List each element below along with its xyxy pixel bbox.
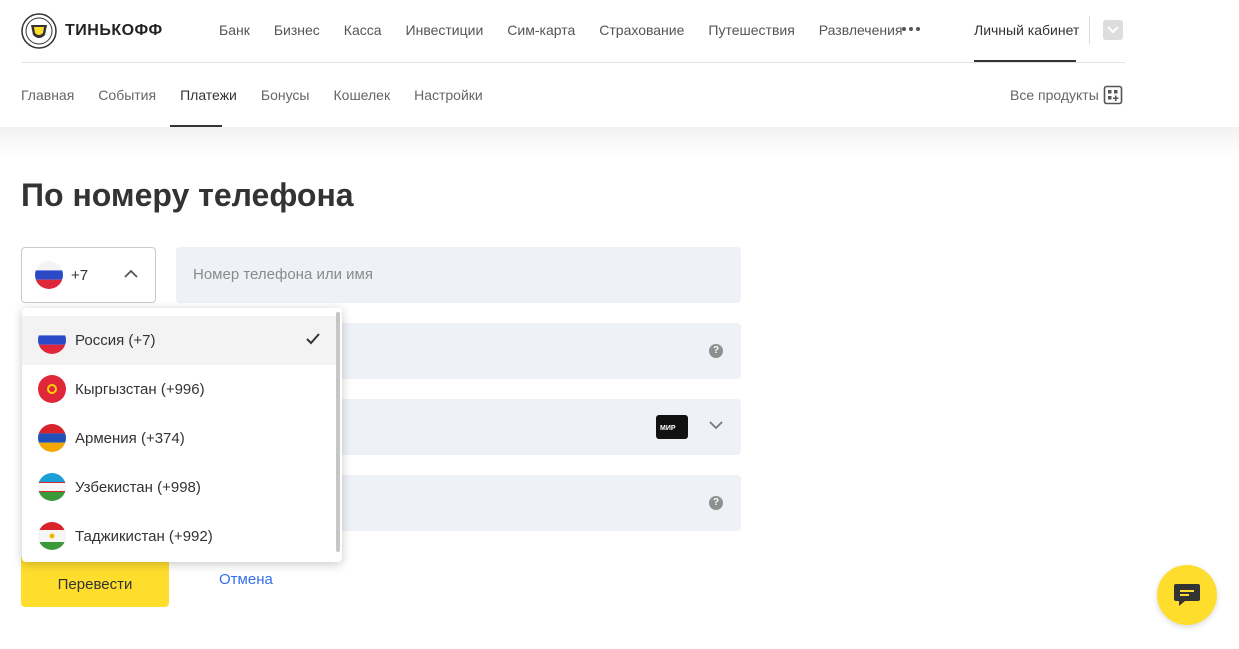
mir-card-icon: МИР bbox=[656, 415, 688, 439]
uzbekistan-flag-icon bbox=[38, 473, 66, 501]
country-code-select[interactable]: +7 bbox=[21, 247, 156, 303]
header-shadow bbox=[0, 127, 1239, 157]
country-dropdown: Россия (+7) Кыргызстан (+996) Армения (+… bbox=[22, 308, 342, 562]
help-icon[interactable]: ? bbox=[709, 496, 723, 510]
sub-nav: Главная События Платежи Бонусы Кошелек Н… bbox=[21, 87, 507, 103]
header-divider bbox=[21, 62, 1125, 63]
top-nav-item[interactable]: Страхование bbox=[599, 21, 684, 39]
sub-nav-item[interactable]: Главная bbox=[21, 87, 74, 103]
chevron-up-icon bbox=[124, 269, 138, 278]
more-dots-icon[interactable] bbox=[902, 27, 920, 31]
top-nav-item[interactable]: Сим-карта bbox=[507, 21, 575, 39]
country-option-russia[interactable]: Россия (+7) bbox=[22, 316, 336, 365]
all-products-grid-icon[interactable] bbox=[1103, 85, 1123, 105]
sub-nav-item[interactable]: Настройки bbox=[414, 87, 483, 103]
divider bbox=[1089, 16, 1090, 44]
logo[interactable]: ТИНЬКОФФ bbox=[21, 13, 163, 49]
top-nav-item[interactable]: Развлечения bbox=[819, 21, 903, 39]
country-option-armenia[interactable]: Армения (+374) bbox=[22, 414, 336, 463]
top-nav-item[interactable]: Касса bbox=[344, 21, 382, 39]
country-option-label: Армения (+374) bbox=[75, 430, 185, 447]
sub-nav-item[interactable]: Бонусы bbox=[261, 87, 310, 103]
country-option-label: Таджикистан (+992) bbox=[75, 528, 213, 545]
tajikistan-flag-icon bbox=[38, 522, 66, 550]
armenia-flag-icon bbox=[38, 424, 66, 452]
top-nav-item[interactable]: Инвестиции bbox=[406, 21, 484, 39]
chat-button[interactable] bbox=[1157, 565, 1217, 625]
help-icon[interactable]: ? bbox=[709, 344, 723, 358]
country-option-label: Кыргызстан (+996) bbox=[75, 381, 205, 398]
check-icon bbox=[306, 333, 320, 345]
sub-nav-item-active[interactable]: Платежи bbox=[180, 87, 237, 103]
phone-input-placeholder: Номер телефона или имя bbox=[193, 266, 373, 283]
personal-cabinet-link[interactable]: Личный кабинет bbox=[974, 21, 1079, 39]
country-option-uzbekistan[interactable]: Узбекистан (+998) bbox=[22, 463, 336, 512]
brand-name: ТИНЬКОФФ bbox=[65, 22, 163, 39]
kyrgyzstan-flag-icon bbox=[38, 375, 66, 403]
logo-emblem-icon bbox=[21, 13, 57, 49]
country-option-tajikistan[interactable]: Таджикистан (+992) bbox=[22, 512, 336, 561]
country-code: +7 bbox=[71, 267, 89, 284]
all-products-link[interactable]: Все продукты bbox=[1010, 87, 1099, 103]
top-nav-item[interactable]: Путешествия bbox=[708, 21, 794, 39]
russia-flag-icon bbox=[38, 326, 66, 354]
top-nav-item[interactable]: Банк bbox=[219, 21, 250, 39]
country-option-label: Россия (+7) bbox=[75, 332, 156, 349]
sub-nav-item[interactable]: События bbox=[98, 87, 156, 103]
country-option-label: Узбекистан (+998) bbox=[75, 479, 201, 496]
dropdown-scrollbar[interactable] bbox=[336, 312, 340, 552]
chevron-down-icon bbox=[709, 421, 723, 430]
sub-nav-item[interactable]: Кошелек bbox=[334, 87, 391, 103]
top-nav: Банк Бизнес Касса Инвестиции Сим-карта С… bbox=[219, 21, 927, 39]
top-nav-item[interactable]: Бизнес bbox=[274, 21, 320, 39]
active-tab-underline bbox=[170, 125, 222, 127]
chat-icon bbox=[1174, 584, 1200, 606]
country-option-kyrgyzstan[interactable]: Кыргызстан (+996) bbox=[22, 365, 336, 414]
transfer-button[interactable]: Перевести bbox=[21, 555, 169, 607]
account-menu-button[interactable] bbox=[1103, 20, 1123, 40]
header bbox=[0, 0, 1239, 127]
chevron-down-icon bbox=[1107, 26, 1119, 34]
page-title: По номеру телефона bbox=[21, 177, 354, 213]
cancel-link[interactable]: Отмена bbox=[219, 571, 273, 588]
phone-input-field[interactable]: Номер телефона или имя bbox=[176, 247, 741, 303]
card-badge-text: МИР bbox=[660, 425, 676, 432]
russia-flag-icon bbox=[35, 261, 63, 289]
